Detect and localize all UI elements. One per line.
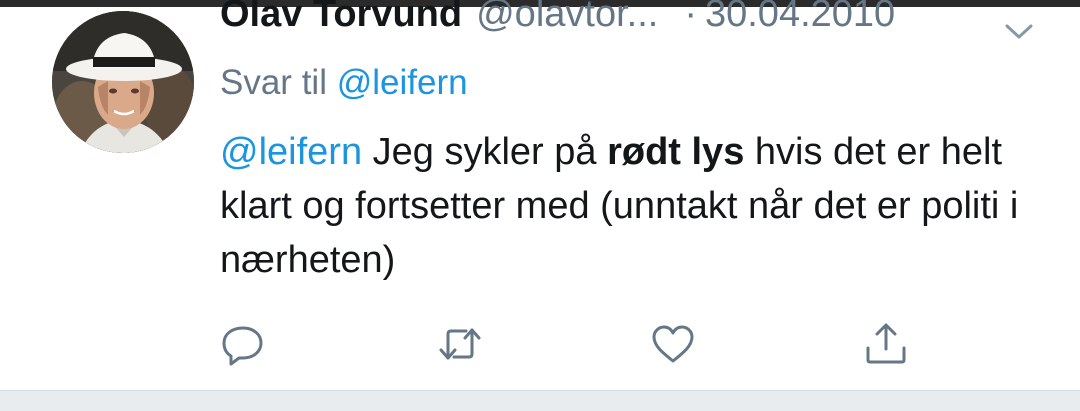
reply-button[interactable]: [219, 320, 267, 368]
chevron-down-icon[interactable]: [1002, 21, 1036, 43]
heart-icon: [649, 320, 697, 368]
reply-context: Svar til @leifern: [220, 63, 468, 103]
like-button[interactable]: [649, 320, 697, 368]
tweet-header: Olav Torvund @olavtor... · 30.04.2010: [220, 0, 1060, 53]
retweet-icon: [436, 320, 484, 368]
tweet-card[interactable]: Olav Torvund @olavtor... · 30.04.2010 Sv…: [0, 0, 1080, 390]
header-separator: ·: [684, 0, 697, 35]
body-bold-text: rødt lys: [607, 131, 745, 173]
separator-strip: [0, 390, 1080, 411]
share-icon: [862, 320, 910, 368]
share-button[interactable]: [862, 320, 910, 368]
avatar[interactable]: [52, 11, 194, 153]
reply-to-link[interactable]: @leifern: [337, 63, 468, 102]
reply-icon: [219, 320, 267, 368]
author-name[interactable]: Olav Torvund: [220, 0, 462, 36]
reply-prefix: Svar til: [220, 63, 327, 102]
tweet-text: @leifern Jeg sykler på rødt lys hvis det…: [220, 125, 1040, 287]
retweet-button[interactable]: [436, 320, 484, 368]
body-mention-link[interactable]: @leifern: [220, 131, 362, 173]
tweet-date[interactable]: 30.04.2010: [705, 0, 895, 36]
author-handle[interactable]: @olavtor...: [476, 0, 658, 36]
body-text-part-1: Jeg sykler på: [362, 131, 608, 173]
